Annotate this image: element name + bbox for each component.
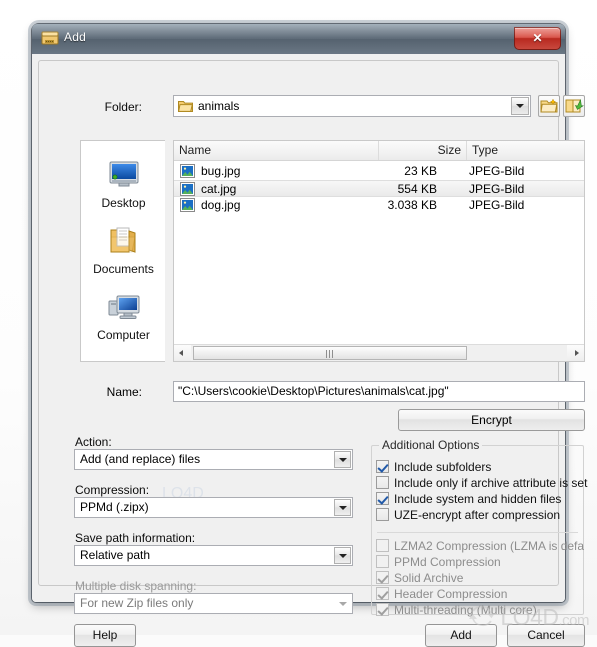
close-button[interactable]: ✕ [514, 27, 561, 50]
checkbox-icon [376, 492, 389, 505]
file-list-view[interactable]: Name Size Type bug.jpg 23 KB JPEG-Bild c… [173, 140, 585, 362]
scrollbar-thumb[interactable] [193, 346, 467, 360]
place-label-desktop: Desktop [101, 196, 146, 210]
disk-spanning-combobox: For new Zip files only [74, 593, 353, 614]
name-label: Name: [106, 385, 142, 399]
file-size: 23 KB [404, 164, 437, 178]
action-value: Add (and replace) files [80, 452, 201, 466]
file-name: cat.jpg [201, 182, 237, 196]
column-header-name[interactable]: Name [174, 141, 379, 160]
file-type: JPEG-Bild [469, 198, 525, 212]
checkbox-label: Solid Archive [394, 571, 464, 585]
checkbox-icon [376, 587, 389, 600]
checkbox-icon [376, 508, 389, 521]
save-path-dropdown-button[interactable] [334, 547, 351, 564]
compression-combobox[interactable]: PPMd (.zipx) [74, 497, 353, 518]
new-folder-button[interactable] [538, 95, 560, 117]
checkbox-label: Include system and hidden files [394, 492, 562, 506]
triangle-right-icon [574, 350, 579, 356]
cancel-button[interactable]: Cancel [507, 624, 585, 647]
image-file-icon [180, 182, 195, 196]
action-label: Action: [75, 435, 112, 449]
chevron-down-icon [338, 457, 347, 462]
action-combobox[interactable]: Add (and replace) files [74, 449, 353, 470]
column-header-size[interactable]: Size [379, 141, 467, 160]
checkbox-label: UZE-encrypt after compression [394, 508, 561, 522]
column-header-type[interactable]: Type [467, 141, 584, 160]
disk-spanning-label: Multiple disk spanning: [75, 579, 197, 593]
table-row[interactable]: dog.jpg 3.038 KB JPEG-Bild [174, 197, 584, 214]
file-size: 554 KB [397, 182, 437, 196]
scroll-left-button[interactable] [174, 345, 191, 361]
checkbox-icon [376, 460, 389, 473]
chevron-down-icon [338, 601, 347, 606]
table-row[interactable]: bug.jpg 23 KB JPEG-Bild [174, 163, 584, 180]
place-item-computer[interactable]: Computer [81, 291, 166, 342]
checkbox-icon [376, 571, 389, 584]
file-type: JPEG-Bild [469, 182, 525, 196]
chevron-down-icon [338, 553, 347, 558]
add-dialog-window: Add ✕ LO4D LO4D Folder: animals [32, 24, 587, 647]
checkbox-label: LZMA2 Compression (LZMA is defa [394, 539, 585, 553]
folder-value: animals [198, 99, 240, 113]
encrypt-button[interactable]: Encrypt [398, 409, 585, 431]
save-path-label: Save path information: [75, 531, 196, 545]
file-name: dog.jpg [201, 198, 241, 212]
computer-icon [81, 291, 166, 326]
save-path-combobox[interactable]: Relative path [74, 545, 353, 566]
group-divider [377, 532, 578, 533]
scroll-right-button[interactable] [567, 345, 584, 361]
compression-value: PPMd (.zipx) [80, 500, 149, 514]
file-name: bug.jpg [201, 164, 241, 178]
up-one-level-button[interactable] [563, 95, 585, 117]
dialog-client-area: LO4D LO4D Folder: animals [32, 54, 587, 647]
table-row[interactable]: cat.jpg 554 KB JPEG-Bild [174, 180, 584, 197]
checkbox-label: Include subfolders [394, 460, 492, 474]
grip-lines-icon [326, 350, 335, 358]
horizontal-scrollbar[interactable] [174, 344, 584, 361]
disk-spanning-dropdown-button [334, 595, 351, 612]
add-button[interactable]: Add [425, 624, 497, 647]
checkbox-icon [376, 476, 389, 489]
checkbox-label: Include only if archive attribute is set [394, 476, 588, 490]
checkbox-icon [376, 603, 389, 616]
triangle-left-icon [178, 350, 183, 356]
file-size: 3.038 KB [387, 198, 437, 212]
archive-box-icon [41, 30, 59, 46]
folder-label: Folder: [104, 100, 142, 114]
compression-label: Compression: [75, 483, 150, 497]
place-item-documents[interactable]: Documents [81, 225, 166, 276]
window-title: Add [64, 30, 86, 44]
image-file-icon [180, 198, 195, 212]
place-label-computer: Computer [97, 328, 150, 342]
place-item-desktop[interactable]: Desktop [81, 159, 166, 210]
checkbox-label: Multi-threading (Multi core) [394, 603, 537, 617]
chevron-down-icon [338, 505, 347, 510]
places-bar: Desktop Documents Computer [80, 140, 165, 362]
checkbox-icon [376, 539, 389, 552]
checkbox-icon [376, 555, 389, 568]
additional-options-title: Additional Options [379, 438, 483, 452]
action-dropdown-button[interactable] [334, 451, 351, 468]
checkbox-label: PPMd Compression [394, 555, 501, 569]
chevron-down-icon [516, 104, 524, 108]
folder-combobox[interactable]: animals [173, 95, 531, 117]
documents-folder-icon [81, 225, 166, 260]
title-bar: Add ✕ [32, 24, 565, 54]
folder-icon [177, 99, 193, 113]
resize-grip[interactable] [550, 588, 561, 599]
compression-dropdown-button[interactable] [334, 499, 351, 516]
file-type: JPEG-Bild [469, 164, 525, 178]
checkbox-label: Header Compression [394, 587, 508, 601]
folder-dropdown-button[interactable] [511, 97, 529, 115]
image-file-icon [180, 164, 195, 178]
help-button[interactable]: Help [74, 624, 136, 647]
file-list-header: Name Size Type [174, 141, 584, 161]
save-path-value: Relative path [80, 548, 151, 562]
name-input[interactable]: "C:\Users\cookie\Desktop\Pictures\animal… [173, 381, 585, 402]
desktop-icon [81, 159, 166, 194]
place-label-documents: Documents [93, 262, 154, 276]
disk-spanning-value: For new Zip files only [80, 596, 194, 610]
